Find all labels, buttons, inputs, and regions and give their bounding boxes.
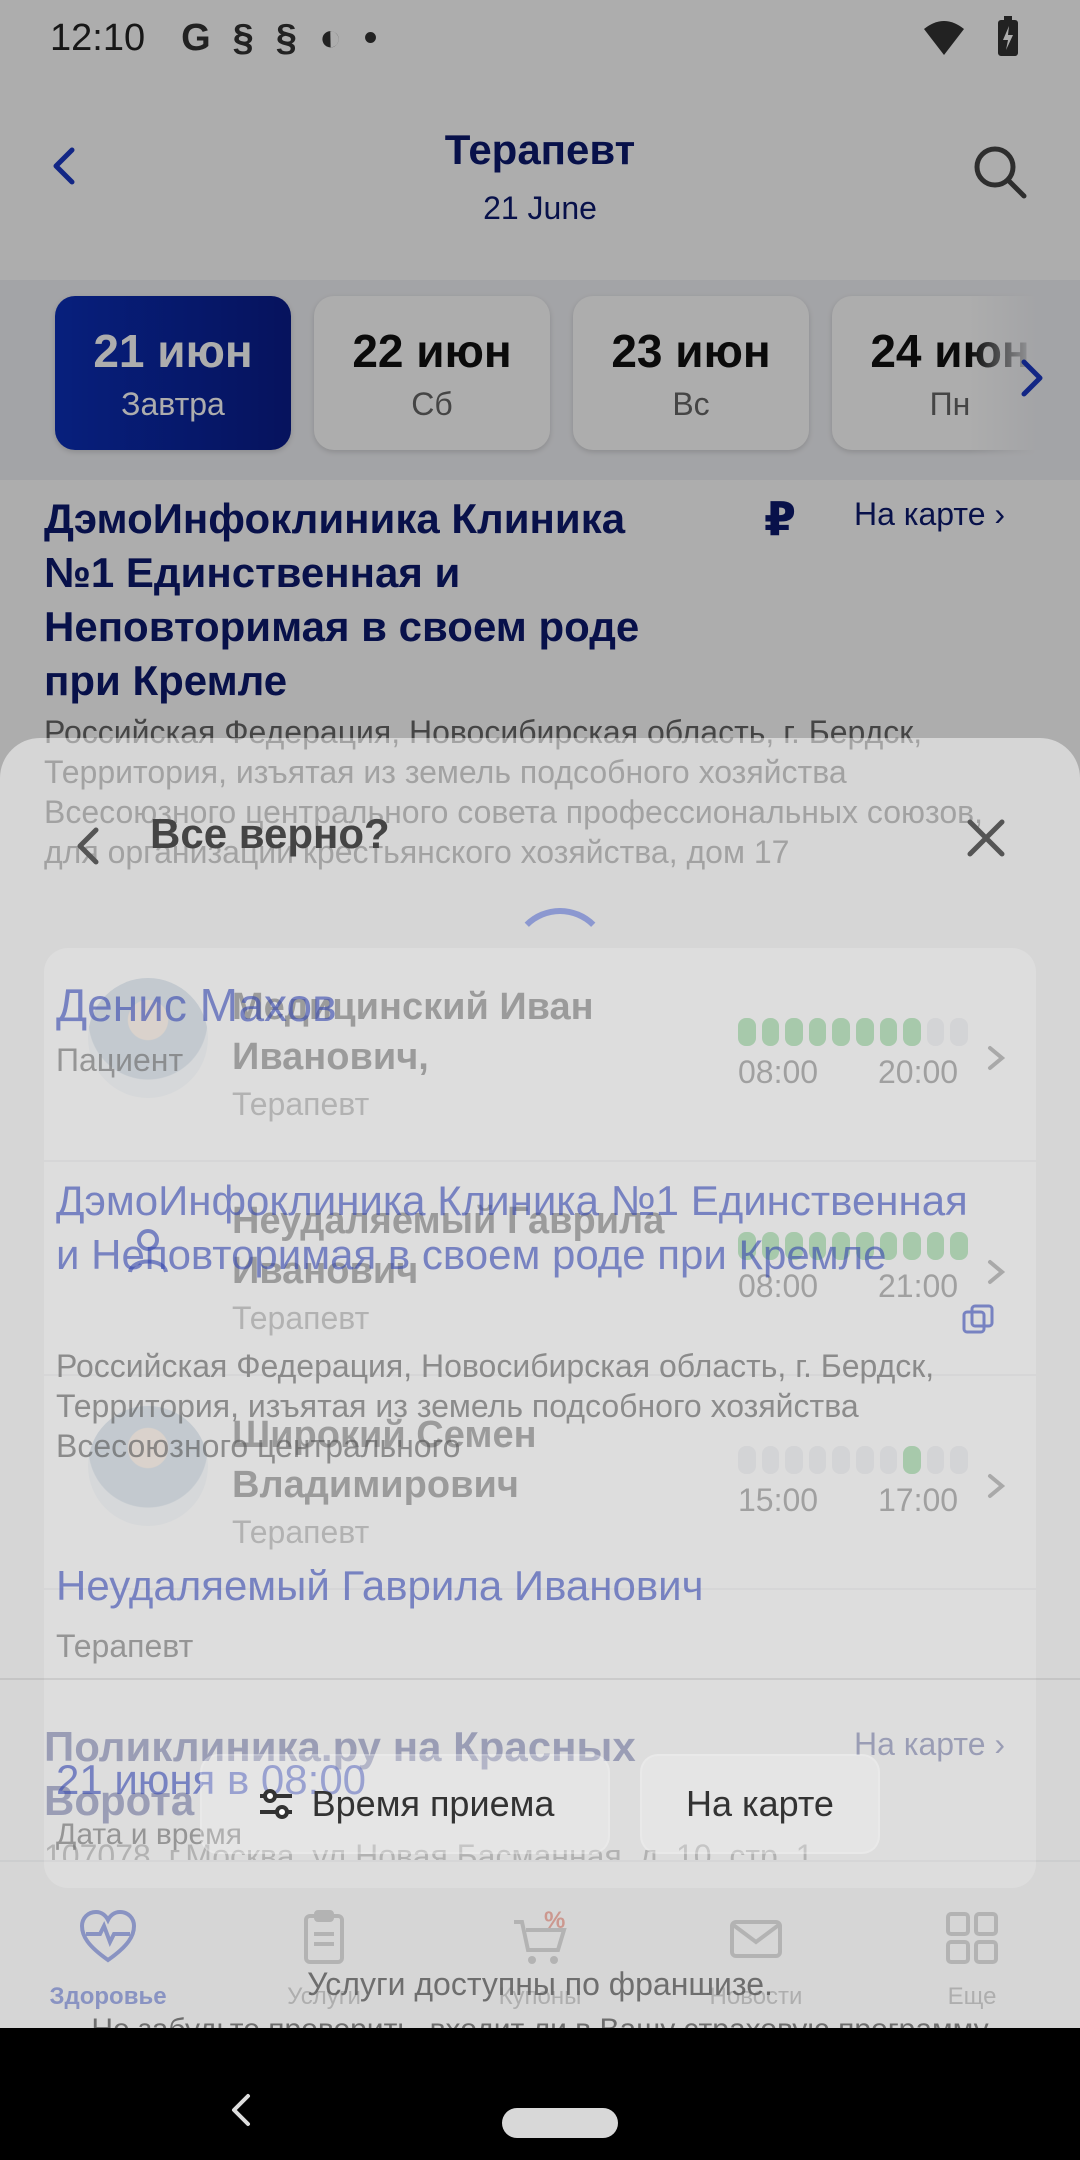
on-map-label: На карте — [686, 1783, 834, 1824]
system-home-pill[interactable] — [502, 2108, 618, 2138]
on-map-button[interactable]: На карте — [640, 1754, 880, 1854]
patient-role: Пациент — [56, 1042, 184, 1078]
sliders-icon — [259, 1789, 292, 1819]
sheet-doctor-name: Неудаляемый Гаврила Иванович — [56, 1562, 704, 1609]
appointment-time-label: Время приема — [311, 1783, 555, 1824]
sheet-clinic-name: ДэмоИнфоклиника Клиника №1 Единственная … — [56, 1177, 968, 1278]
franchise-note: Услуги доступны по франшизе. — [307, 1966, 773, 2002]
appointment-time-button[interactable]: Время приема — [200, 1754, 610, 1854]
divider — [0, 1678, 1080, 1680]
sheet-title: Все верно? — [150, 810, 390, 857]
copy-icon[interactable] — [962, 1304, 996, 1338]
system-back-icon[interactable] — [226, 2090, 256, 2130]
back-arrow-icon[interactable] — [68, 818, 108, 874]
sheet-clinic-address: Российская Федерация, Новосибирская обла… — [56, 1348, 935, 1464]
patient-name: Денис Махов — [56, 979, 337, 1031]
confirm-bottom-sheet: Все верно? Денис Махов Пациент ДэмоИнфок… — [0, 738, 1080, 2160]
system-navigation-bar — [0, 2028, 1080, 2160]
close-icon[interactable] — [958, 810, 1014, 866]
sheet-doctor-spec: Терапевт — [56, 1628, 194, 1664]
